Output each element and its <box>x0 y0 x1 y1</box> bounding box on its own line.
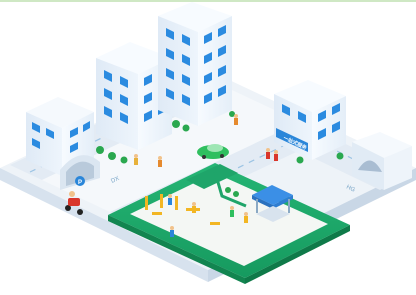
isometric-city-illustration: DX HG P 一站式服务 <box>0 2 416 284</box>
parking-sign: P <box>78 180 82 186</box>
city-scene: DX HG P 一站式服务 <box>0 0 416 295</box>
building-tall <box>158 2 232 126</box>
